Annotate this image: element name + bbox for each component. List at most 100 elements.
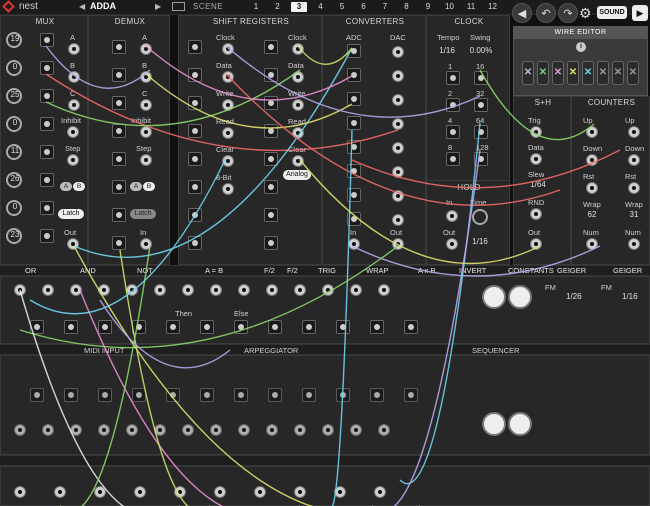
row3-jack[interactable] — [350, 424, 362, 436]
adc-bit-socket[interactable] — [347, 212, 361, 226]
shift-reg-socket[interactable] — [188, 40, 202, 54]
demux-inhibit-jack[interactable] — [140, 126, 152, 138]
demux-socket[interactable] — [112, 208, 126, 222]
mux-inhibit-jack[interactable] — [67, 126, 79, 138]
mux-input-jack[interactable] — [40, 173, 54, 187]
sh-jack[interactable] — [530, 238, 542, 250]
row2-output-socket[interactable] — [404, 320, 418, 334]
scene-tab-6[interactable]: 6 — [356, 2, 372, 12]
row3-jack[interactable] — [294, 424, 306, 436]
demux-latch-toggle[interactable]: Latch — [130, 209, 156, 219]
row2-input-jack[interactable] — [238, 284, 250, 296]
row3-socket[interactable] — [200, 388, 214, 402]
scene-tab-4[interactable]: 4 — [313, 2, 329, 12]
row3-jack[interactable] — [182, 424, 194, 436]
row2-output-socket[interactable] — [166, 320, 180, 334]
row3-jack[interactable] — [126, 424, 138, 436]
clock-swing-value[interactable]: 0.00% — [466, 46, 496, 55]
demux-a-toggle[interactable]: A — [130, 182, 142, 191]
sound-button[interactable]: SOUND — [597, 6, 627, 19]
row3-socket[interactable] — [98, 388, 112, 402]
mux-latch-toggle[interactable]: Latch — [58, 209, 84, 219]
row2-output-socket[interactable] — [268, 320, 282, 334]
row4-jack[interactable] — [14, 486, 26, 498]
shift-reg-socket[interactable] — [264, 124, 278, 138]
counter-jack[interactable] — [628, 182, 640, 194]
adc-bit-socket[interactable] — [347, 116, 361, 130]
scene-tab-8[interactable]: 8 — [399, 2, 415, 12]
wire-color-swatch[interactable]: ✕ — [552, 61, 564, 85]
row2-input-jack[interactable] — [154, 284, 166, 296]
row3-jack[interactable] — [154, 424, 166, 436]
scene-menu-icon[interactable] — [172, 2, 185, 11]
shift-right-jack[interactable] — [292, 43, 304, 55]
row4-jack[interactable] — [174, 486, 186, 498]
dac-bit-jack[interactable] — [392, 190, 404, 202]
shift-reg-socket[interactable] — [188, 124, 202, 138]
back-icon[interactable]: ◀ — [512, 3, 532, 23]
demux-in-jack[interactable] — [140, 238, 152, 250]
row2-input-jack[interactable] — [14, 284, 26, 296]
shift-left-jack[interactable] — [222, 127, 234, 139]
counter-jack[interactable] — [628, 238, 640, 250]
row2-output-socket[interactable] — [64, 320, 78, 334]
shift-right-jack[interactable] — [292, 71, 304, 83]
sh-jack[interactable] — [530, 126, 542, 138]
demux-out-jack[interactable] — [140, 99, 152, 111]
mux-input-jack[interactable] — [40, 201, 54, 215]
dac-bit-jack[interactable] — [392, 214, 404, 226]
constant-knob[interactable] — [482, 285, 506, 309]
row2-input-jack[interactable] — [182, 284, 194, 296]
shift-left-jack[interactable] — [222, 43, 234, 55]
sh-jack[interactable] — [530, 208, 542, 220]
row4-jack[interactable] — [134, 486, 146, 498]
wire-color-swatch[interactable]: ✕ — [567, 61, 579, 85]
row2-output-socket[interactable] — [200, 320, 214, 334]
demux-socket[interactable] — [112, 124, 126, 138]
shift-right-jack[interactable] — [292, 127, 304, 139]
row3-socket[interactable] — [302, 388, 316, 402]
mux-in-jack[interactable] — [68, 99, 80, 111]
row4-jack[interactable] — [54, 486, 66, 498]
row4-jack[interactable] — [94, 486, 106, 498]
clock-div-socket[interactable] — [446, 125, 460, 139]
demux-b-toggle[interactable]: B — [143, 182, 155, 191]
shift-analog-toggle[interactable]: Analog — [283, 170, 311, 180]
row4-jack[interactable] — [334, 486, 346, 498]
row2-input-jack[interactable] — [126, 284, 138, 296]
demux-socket[interactable] — [112, 96, 126, 110]
shift-reg-socket[interactable] — [264, 68, 278, 82]
shift-reg-socket[interactable] — [264, 96, 278, 110]
row2-output-socket[interactable] — [370, 320, 384, 334]
row3-jack[interactable] — [98, 424, 110, 436]
clock-div-socket[interactable] — [474, 71, 488, 85]
counter-wrap-value[interactable]: 62 — [582, 210, 602, 219]
row2-input-jack[interactable] — [70, 284, 82, 296]
dac-bit-jack[interactable] — [392, 94, 404, 106]
shift-right-jack[interactable] — [292, 155, 304, 167]
row2-input-jack[interactable] — [266, 284, 278, 296]
row3-socket[interactable] — [370, 388, 384, 402]
shift-reg-socket[interactable] — [188, 180, 202, 194]
mux-input-jack[interactable] — [40, 117, 54, 131]
shift-reg-socket[interactable] — [188, 96, 202, 110]
mux-input-jack[interactable] — [40, 229, 54, 243]
mux-in-jack[interactable] — [68, 71, 80, 83]
mux-in-jack[interactable] — [68, 43, 80, 55]
row3-jack[interactable] — [322, 424, 334, 436]
row3-jack[interactable] — [378, 424, 390, 436]
patch-name[interactable]: ADDA — [90, 1, 116, 11]
shift-left-jack[interactable] — [222, 71, 234, 83]
row3-socket[interactable] — [234, 388, 248, 402]
demux-step-jack[interactable] — [140, 154, 152, 166]
adc-bit-socket[interactable] — [347, 188, 361, 202]
row3-socket[interactable] — [336, 388, 350, 402]
shift-right-jack[interactable] — [292, 99, 304, 111]
counter-wrap-value[interactable]: 31 — [624, 210, 644, 219]
adc-bit-socket[interactable] — [347, 92, 361, 106]
demux-socket[interactable] — [112, 152, 126, 166]
scene-tab-1[interactable]: 1 — [248, 2, 264, 12]
adc-bit-socket[interactable] — [347, 68, 361, 82]
shift-left-jack[interactable] — [222, 155, 234, 167]
dac-bit-jack[interactable] — [392, 70, 404, 82]
